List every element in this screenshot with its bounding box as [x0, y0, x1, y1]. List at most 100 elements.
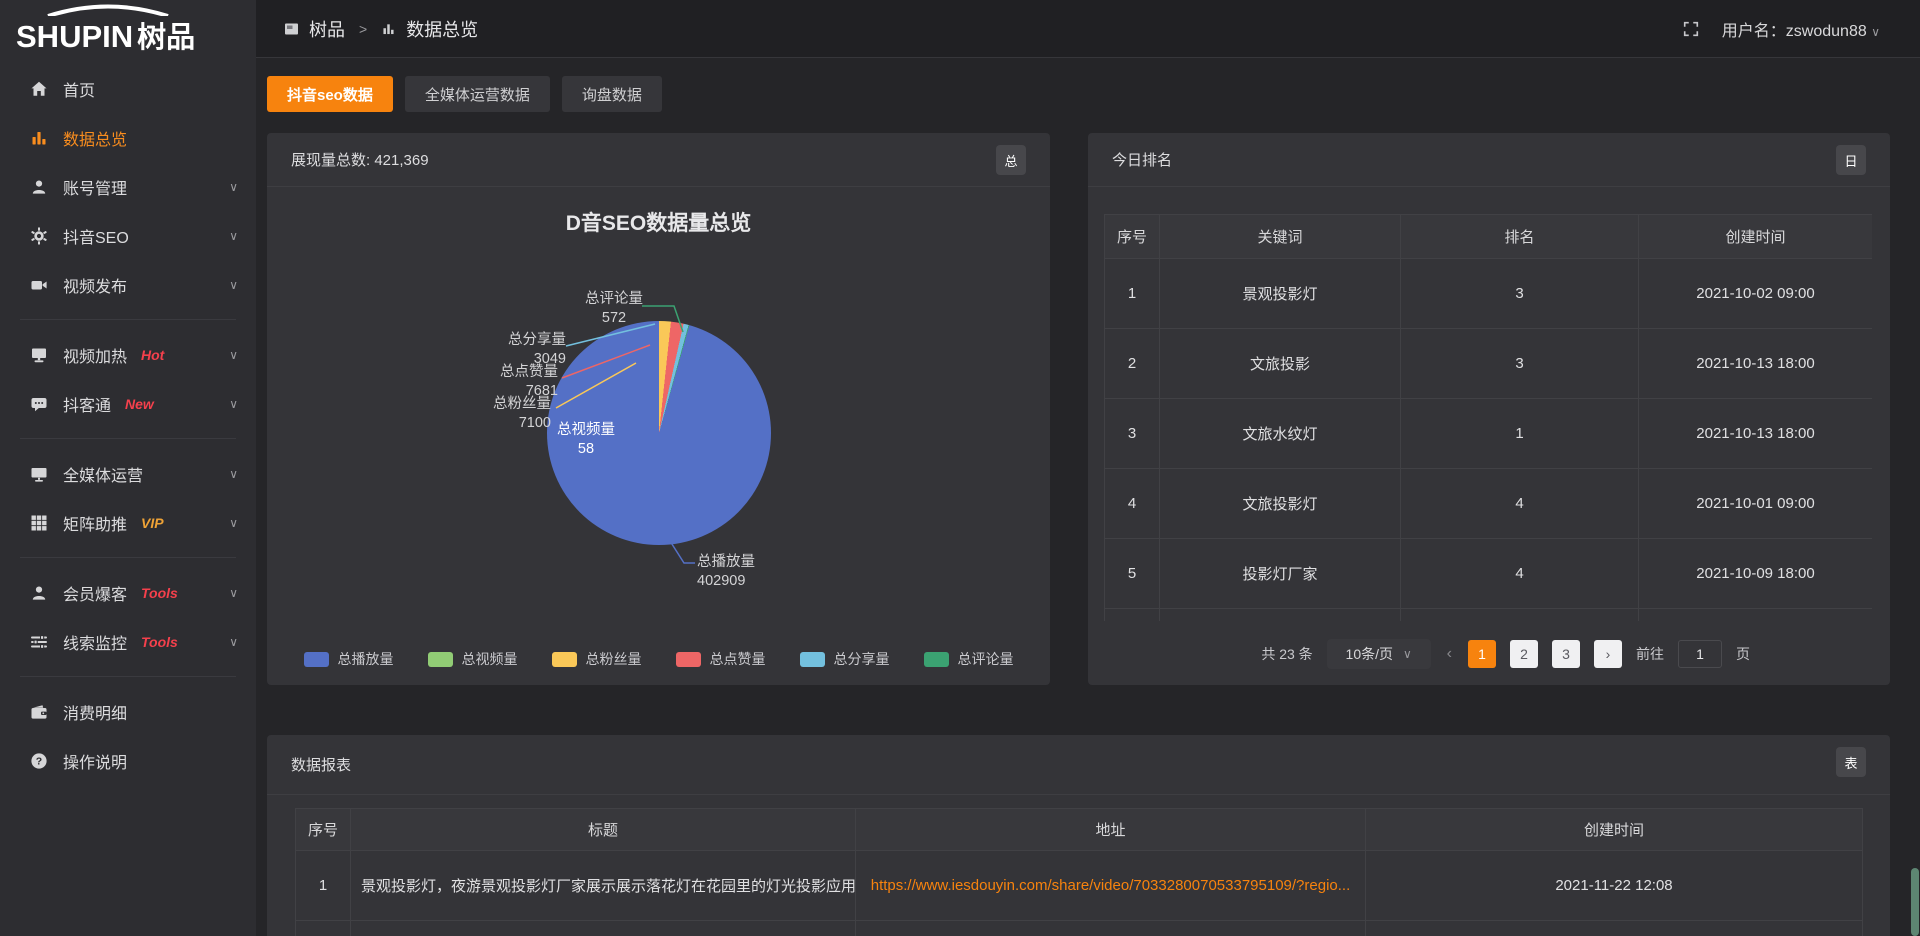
- page-button-2[interactable]: 2: [1510, 640, 1538, 668]
- sidebar-item-video-publish[interactable]: 视频发布 ∨: [0, 260, 256, 309]
- table-row: 2文旅投影32021-10-13 18:00: [1105, 329, 1873, 399]
- ranking-card-title: 今日排名: [1112, 149, 1172, 170]
- sidebar-item-label: 视频加热: [63, 343, 127, 367]
- sidebar-item-home[interactable]: 首页: [0, 64, 256, 113]
- sidebar-divider: [20, 676, 236, 677]
- tab-omnimedia-data[interactable]: 全媒体运营数据: [405, 76, 550, 112]
- chevron-down-icon: ∨: [229, 229, 238, 243]
- video-url-link[interactable]: https://www.iesdouyin.com/share/video/70…: [871, 877, 1351, 894]
- tools-badge: Tools: [141, 585, 178, 601]
- pie-label-comments: 总评论量 572: [564, 290, 664, 328]
- sidebar-item-data-overview[interactable]: 数据总览: [0, 113, 256, 162]
- legend-item-comments[interactable]: 总评论量: [924, 649, 1014, 669]
- tab-inquiry-data[interactable]: 询盘数据: [562, 76, 662, 112]
- chevron-down-icon: ∨: [229, 635, 238, 649]
- report-table-wrap: 序号 标题 地址 创建时间 1 景观投影灯，夜游景观投影灯厂家展示展示落花灯在花…: [295, 808, 1862, 936]
- col-index: 序号: [1105, 215, 1160, 259]
- next-page-button[interactable]: ›: [1594, 640, 1622, 668]
- wallet-icon: [30, 703, 48, 721]
- ranking-card-header: 今日排名: [1088, 133, 1890, 187]
- sidebar-divider: [20, 438, 236, 439]
- legend-swatch: [924, 652, 949, 667]
- page-button-1[interactable]: 1: [1468, 640, 1496, 668]
- sidebar-item-account[interactable]: 账号管理 ∨: [0, 162, 256, 211]
- grid-icon: [30, 514, 48, 532]
- legend-swatch: [676, 652, 701, 667]
- total-count-label: 共 23 条: [1261, 644, 1312, 664]
- chevron-down-icon: ∨: [229, 348, 238, 362]
- sidebar-item-douyin-seo[interactable]: 抖音SEO ∨: [0, 211, 256, 260]
- table-row: 4文旅投影灯42021-10-01 09:00: [1105, 469, 1873, 539]
- sidebar-item-omnimedia[interactable]: 全媒体运营 ∨: [0, 449, 256, 498]
- svg-text:?: ?: [36, 755, 42, 767]
- sidebar-item-label: 消费明细: [63, 700, 127, 724]
- table-header-row: 序号 标题 地址 创建时间: [296, 809, 1863, 851]
- gear-icon: [30, 227, 48, 245]
- pie-legend: 总播放量 总视频量 总粉丝量 总点赞量 总分享量 总评论量: [267, 649, 1050, 669]
- sidebar-item-help[interactable]: ? 操作说明: [0, 736, 256, 785]
- ranking-table: 序号 关键词 排名 创建时间 1景观投影灯32021-10-02 09:00 2…: [1104, 214, 1872, 621]
- bar-chart-icon: [381, 22, 396, 36]
- app-logo: SHUPIN树品: [0, 0, 256, 64]
- chevron-down-icon: ∨: [229, 397, 238, 411]
- home-icon: [30, 80, 48, 98]
- col-keyword: 关键词: [1160, 215, 1401, 259]
- scrollbar-thumb[interactable]: [1911, 868, 1919, 936]
- ranking-card: 今日排名 日 序号 关键词 排名 创建时间 1景观投影灯32021-10-02 …: [1088, 133, 1890, 685]
- app-square-icon: [284, 22, 299, 36]
- sidebar-item-label: 矩阵助推: [63, 511, 127, 535]
- goto-label: 前往: [1636, 644, 1664, 664]
- table-row: 5投影灯厂家42021-10-09 18:00: [1105, 539, 1873, 609]
- legend-item-fans[interactable]: 总粉丝量: [552, 649, 642, 669]
- bar-chart-icon: [30, 129, 48, 147]
- logo-arc: [44, 4, 172, 16]
- col-title: 标题: [351, 809, 856, 851]
- legend-item-shares[interactable]: 总分享量: [800, 649, 890, 669]
- pie-label-plays: 总播放量 402909: [697, 553, 827, 591]
- logo-suffix: 树品: [137, 22, 195, 54]
- new-badge: New: [125, 396, 154, 412]
- sidebar-item-spend-detail[interactable]: 消费明细: [0, 687, 256, 736]
- page-size-select[interactable]: 10条/页 ∨: [1327, 639, 1431, 669]
- chevron-down-icon: ∨: [229, 278, 238, 292]
- report-card-title: 数据报表: [291, 754, 351, 775]
- sidebar-item-clue-monitor[interactable]: 线索监控 Tools ∨: [0, 617, 256, 666]
- breadcrumb: 树品 > 数据总览: [284, 16, 478, 42]
- logo-text: SHUPIN: [16, 19, 133, 54]
- chevron-down-icon: ∨: [229, 516, 238, 530]
- tab-douyin-seo-data[interactable]: 抖音seo数据: [267, 76, 393, 112]
- breadcrumb-item-root[interactable]: 树品: [309, 16, 345, 42]
- vip-badge: VIP: [141, 515, 164, 531]
- sidebar-item-label: 会员爆客: [63, 581, 127, 605]
- hot-badge: Hot: [141, 347, 164, 363]
- sidebar-item-label: 数据总览: [63, 126, 127, 150]
- overview-card: 展现量总数: 421,369 总 D音SEO数据量总览 总评论量 572 总分享…: [267, 133, 1050, 685]
- legend-item-likes[interactable]: 总点赞量: [676, 649, 766, 669]
- ranking-table-wrap: 序号 关键词 排名 创建时间 1景观投影灯32021-10-02 09:00 2…: [1104, 214, 1872, 621]
- legend-item-plays[interactable]: 总播放量: [304, 649, 394, 669]
- report-card-header: 数据报表: [267, 735, 1890, 795]
- prev-page-icon[interactable]: ‹: [1445, 645, 1454, 663]
- fullscreen-icon[interactable]: [1682, 20, 1700, 38]
- main-content: 抖音seo数据 全媒体运营数据 询盘数据 展现量总数: 421,369 总 D音…: [256, 58, 1920, 936]
- sidebar-item-matrix-boost[interactable]: 矩阵助推 VIP ∨: [0, 498, 256, 547]
- legend-item-videos[interactable]: 总视频量: [428, 649, 518, 669]
- pie-label-videos: 总视频量 58: [536, 421, 636, 459]
- sidebar-item-member-leads[interactable]: 会员爆客 Tools ∨: [0, 568, 256, 617]
- sidebar-item-video-heat[interactable]: 视频加热 Hot ∨: [0, 330, 256, 379]
- goto-page-input[interactable]: [1678, 640, 1722, 668]
- sidebar-item-label: 抖客通: [63, 392, 111, 416]
- table-view-button[interactable]: 表: [1836, 747, 1866, 777]
- sidebar-item-doukereach[interactable]: 抖客通 New ∨: [0, 379, 256, 428]
- table-header-row: 序号 关键词 排名 创建时间: [1105, 215, 1873, 259]
- legend-swatch: [428, 652, 453, 667]
- chevron-down-icon: ∨: [1871, 25, 1880, 39]
- breadcrumb-item-current: 数据总览: [406, 16, 478, 42]
- user-menu[interactable]: 用户名：zswodun88 ∨: [1722, 17, 1880, 41]
- topbar: 树品 > 数据总览 用户名：zswodun88 ∨: [256, 0, 1920, 58]
- col-rank: 排名: [1401, 215, 1639, 259]
- page-button-3[interactable]: 3: [1552, 640, 1580, 668]
- day-view-button[interactable]: 日: [1836, 145, 1866, 175]
- goto-unit-label: 页: [1736, 644, 1750, 664]
- sidebar-item-label: 首页: [63, 77, 95, 101]
